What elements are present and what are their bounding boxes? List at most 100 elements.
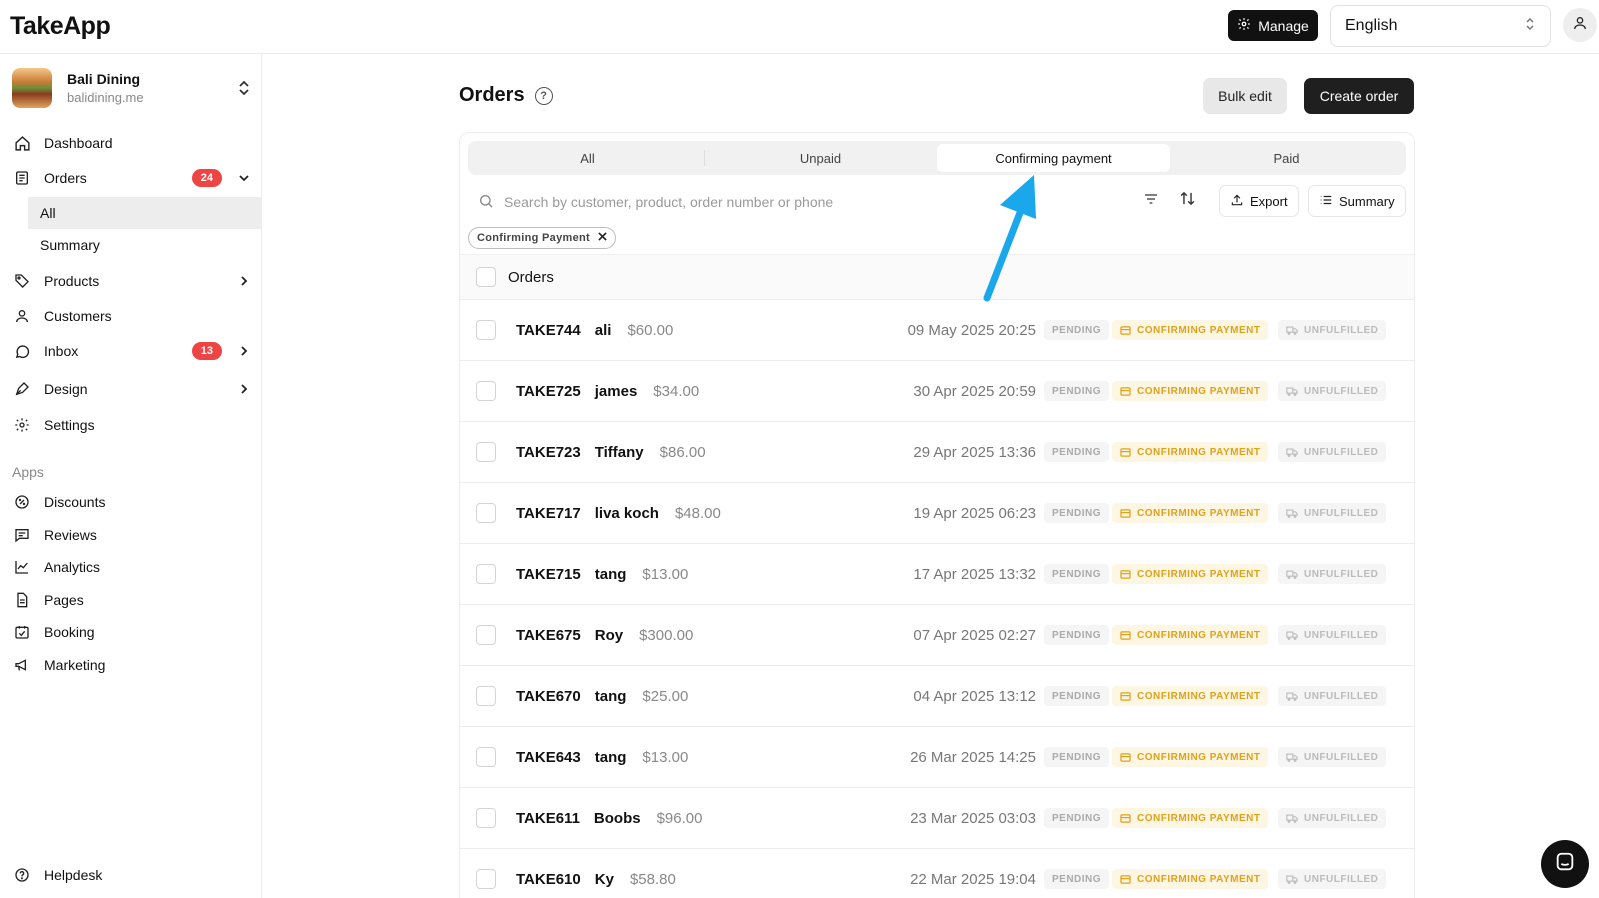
store-switcher[interactable]: Bali Dining balidining.me: [12, 66, 252, 110]
row-checkbox[interactable]: [476, 869, 496, 889]
search-input[interactable]: Search by customer, product, order numbe…: [504, 194, 833, 210]
sidebar-item-helpdesk[interactable]: Helpdesk: [12, 859, 252, 891]
status-badge-pending: PENDING: [1044, 442, 1110, 462]
file-icon: [12, 590, 32, 610]
chevron-right-icon: [236, 275, 252, 287]
manage-label: Manage: [1258, 17, 1309, 34]
updown-chevron-icon: [236, 80, 252, 96]
table-row[interactable]: TAKE675 Roy $300.00 07 Apr 2025 02:27 PE…: [460, 605, 1414, 666]
sort-button[interactable]: [1173, 187, 1201, 215]
sidebar-item-customers[interactable]: Customers: [12, 300, 252, 332]
row-checkbox[interactable]: [476, 625, 496, 645]
sidebar-item-label: Reviews: [44, 527, 97, 543]
card-icon: [1120, 325, 1131, 335]
status-badge-unfulfilled: UNFULFILLED: [1278, 625, 1387, 645]
summary-button[interactable]: Summary: [1308, 185, 1406, 217]
status-badge-pending: PENDING: [1044, 320, 1110, 340]
orders-card: All Unpaid Confirming payment Paid Searc…: [459, 132, 1415, 898]
sidebar-subitem-all[interactable]: All: [28, 197, 262, 229]
tab-confirming-payment[interactable]: Confirming payment: [937, 144, 1170, 172]
page-title: Orders ?: [459, 84, 553, 107]
sidebar-item-products[interactable]: Products: [12, 265, 252, 297]
chevron-down-icon[interactable]: [236, 172, 252, 184]
table-row[interactable]: TAKE643 tang $13.00 26 Mar 2025 14:25 PE…: [460, 727, 1414, 788]
row-checkbox[interactable]: [476, 686, 496, 706]
create-order-button[interactable]: Create order: [1304, 78, 1414, 114]
chat-launcher-button[interactable]: [1541, 840, 1589, 888]
user-menu-button[interactable]: [1563, 8, 1597, 42]
close-icon[interactable]: [598, 232, 607, 244]
sidebar-item-dashboard[interactable]: Dashboard: [12, 127, 252, 159]
sidebar-item-label: Booking: [44, 624, 95, 640]
order-amount: $58.80: [629, 870, 676, 888]
help-icon[interactable]: ?: [534, 86, 553, 105]
row-checkbox[interactable]: [476, 564, 496, 584]
customer-name: Tiffany: [594, 443, 644, 461]
status-label: UNFULFILLED: [1304, 812, 1379, 824]
order-number: TAKE715: [516, 565, 581, 583]
status-badge-pending: PENDING: [1044, 686, 1110, 706]
table-row[interactable]: TAKE610 Ky $58.80 22 Mar 2025 19:04 PEND…: [460, 849, 1414, 898]
order-number: TAKE670: [516, 687, 581, 705]
sidebar-item-discounts[interactable]: Discounts: [12, 486, 252, 518]
top-bar: TakeApp Manage English: [0, 0, 1599, 54]
sidebar-item-orders[interactable]: Orders 24: [12, 162, 252, 194]
customer-name: ali: [594, 321, 612, 339]
order-amount: $300.00: [639, 626, 694, 644]
manage-button[interactable]: Manage: [1228, 10, 1318, 41]
bulk-edit-button[interactable]: Bulk edit: [1203, 78, 1287, 114]
help-circle-icon: [12, 865, 32, 885]
status-label: UNFULFILLED: [1304, 385, 1379, 397]
sidebar-item-analytics[interactable]: Analytics: [12, 551, 252, 583]
language-select[interactable]: English: [1330, 5, 1551, 47]
sidebar-item-design[interactable]: Design: [12, 373, 252, 405]
sidebar-subitem-summary[interactable]: Summary: [28, 229, 262, 261]
table-row[interactable]: TAKE715 tang $13.00 17 Apr 2025 13:32 PE…: [460, 544, 1414, 605]
active-filter-chip: Confirming Payment: [468, 227, 616, 249]
row-checkbox[interactable]: [476, 747, 496, 767]
order-date: 26 Mar 2025 14:25: [910, 748, 1036, 766]
row-checkbox[interactable]: [476, 381, 496, 401]
status-badge-unfulfilled: UNFULFILLED: [1278, 808, 1387, 828]
sidebar-item-label: Analytics: [44, 559, 101, 575]
filter-button[interactable]: [1137, 187, 1165, 215]
sidebar-item-label: Helpdesk: [44, 867, 103, 883]
order-date: 07 Apr 2025 02:27: [913, 626, 1036, 644]
app-logo[interactable]: TakeApp: [10, 12, 111, 41]
export-button[interactable]: Export: [1219, 185, 1299, 217]
sidebar-item-label: Discounts: [44, 494, 106, 510]
table-row[interactable]: TAKE670 tang $25.00 04 Apr 2025 13:12 PE…: [460, 666, 1414, 727]
status-label: UNFULFILLED: [1304, 568, 1379, 580]
sidebar-item-booking[interactable]: Booking: [12, 616, 252, 648]
table-row[interactable]: TAKE744 ali $60.00 09 May 2025 20:25 PEN…: [460, 300, 1414, 361]
gear-icon: [1237, 17, 1251, 34]
order-amount: $86.00: [659, 443, 706, 461]
row-checkbox[interactable]: [476, 503, 496, 523]
status-badge-confirming: CONFIRMING PAYMENT: [1112, 686, 1269, 706]
status-label: CONFIRMING PAYMENT: [1137, 385, 1261, 397]
select-all-checkbox[interactable]: [476, 267, 496, 287]
sidebar-item-label: Design: [44, 381, 88, 397]
row-checkbox[interactable]: [476, 320, 496, 340]
tab-paid[interactable]: Paid: [1170, 144, 1403, 172]
table-row[interactable]: TAKE723 Tiffany $86.00 29 Apr 2025 13:36…: [460, 422, 1414, 483]
row-checkbox[interactable]: [476, 442, 496, 462]
sidebar-item-inbox[interactable]: Inbox 13: [12, 335, 252, 367]
tab-unpaid[interactable]: Unpaid: [704, 144, 937, 172]
table-row[interactable]: TAKE725 james $34.00 30 Apr 2025 20:59 P…: [460, 361, 1414, 422]
search-bar[interactable]: Search by customer, product, order numbe…: [478, 185, 1108, 219]
sidebar-item-marketing[interactable]: Marketing: [12, 649, 252, 681]
user-icon: [12, 306, 32, 326]
card-icon: [1120, 447, 1131, 457]
table-row[interactable]: TAKE611 Boobs $96.00 23 Mar 2025 03:03 P…: [460, 788, 1414, 849]
sidebar-item-settings[interactable]: Settings: [12, 409, 252, 441]
sidebar-item-label: Pages: [44, 592, 84, 608]
table-row[interactable]: TAKE717 liva koch $48.00 19 Apr 2025 06:…: [460, 483, 1414, 544]
customer-name: liva koch: [594, 504, 659, 522]
status-label: UNFULFILLED: [1304, 873, 1379, 885]
order-date: 30 Apr 2025 20:59: [913, 382, 1036, 400]
row-checkbox[interactable]: [476, 808, 496, 828]
sidebar-item-reviews[interactable]: Reviews: [12, 519, 252, 551]
tab-all[interactable]: All: [471, 144, 704, 172]
sidebar-item-pages[interactable]: Pages: [12, 584, 252, 616]
